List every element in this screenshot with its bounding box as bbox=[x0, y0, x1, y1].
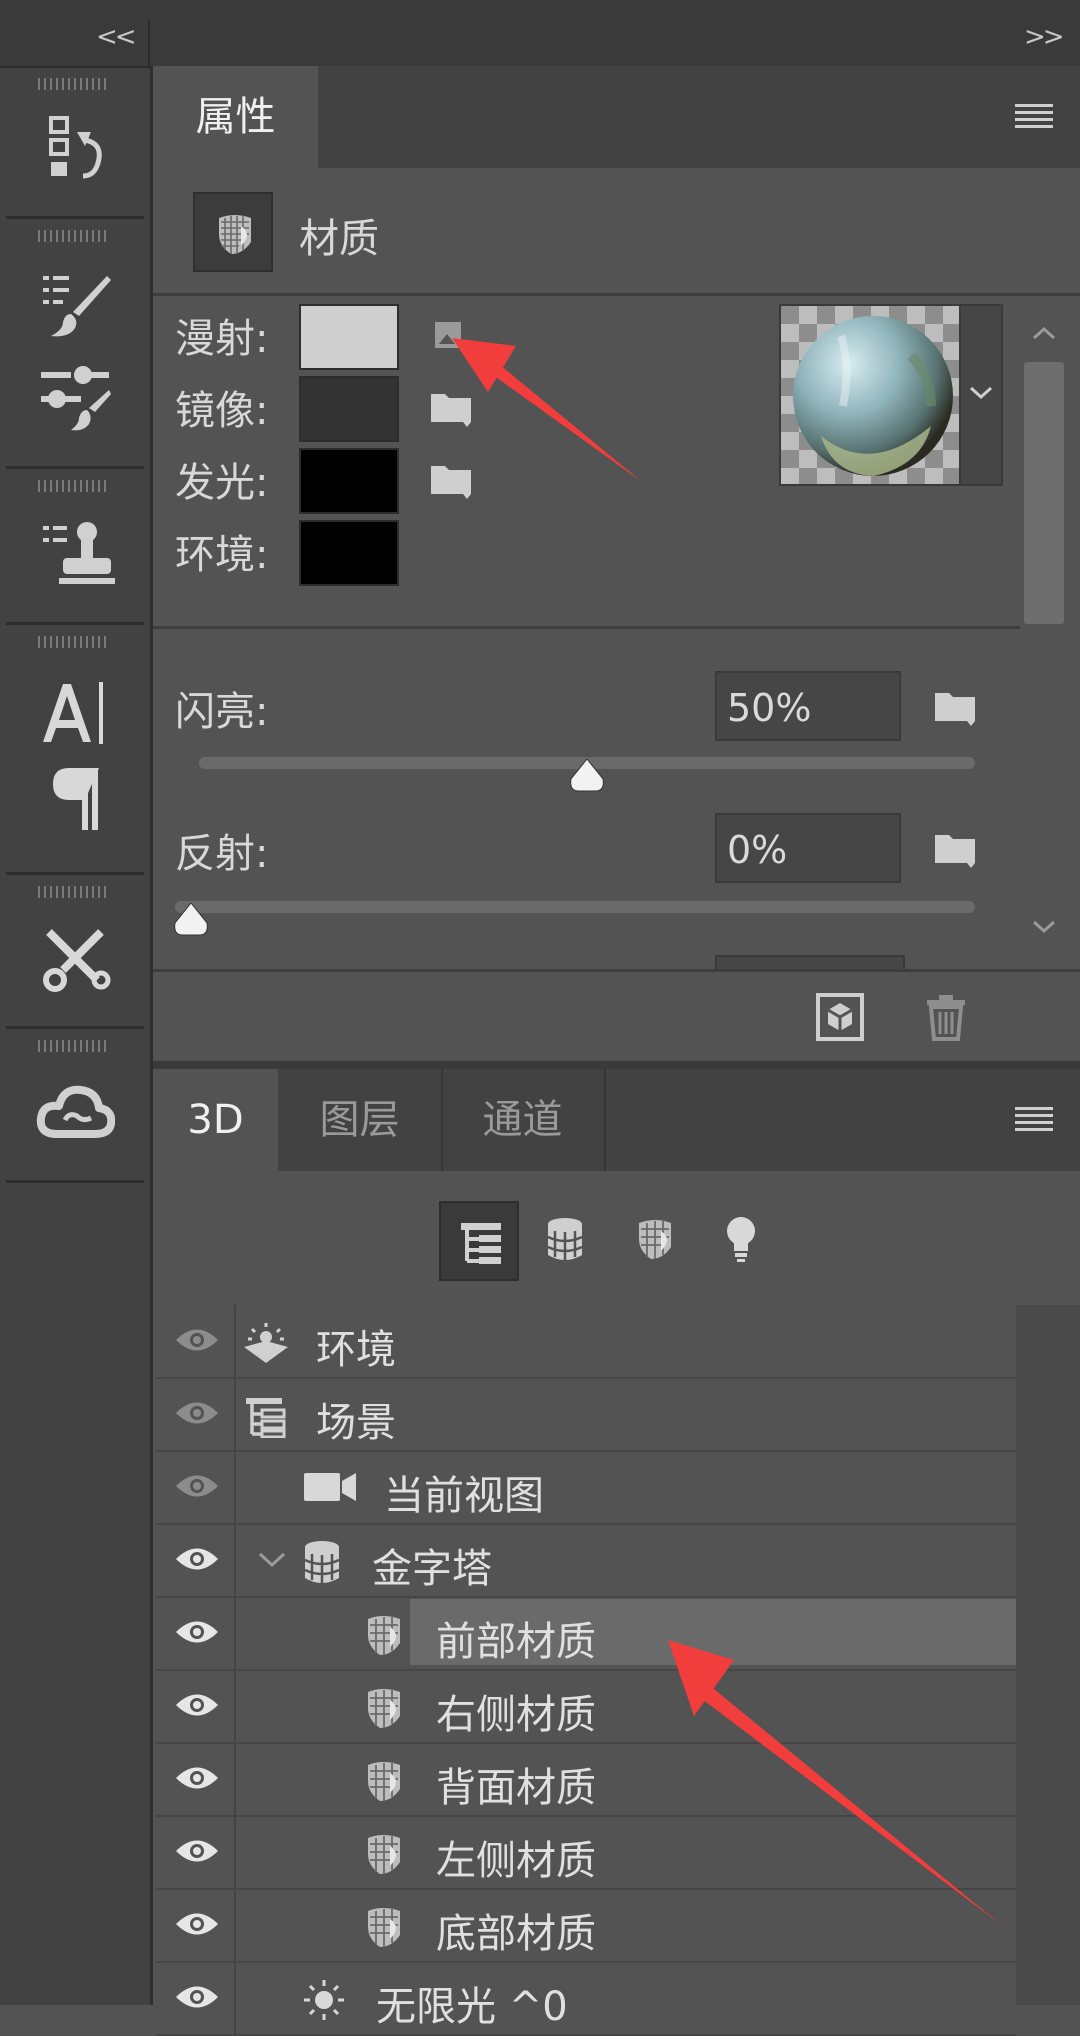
annotation-overlay bbox=[452, 338, 1000, 1924]
annotation-arrow-1 bbox=[452, 338, 642, 482]
annotation-arrow-2 bbox=[668, 1640, 1000, 1924]
